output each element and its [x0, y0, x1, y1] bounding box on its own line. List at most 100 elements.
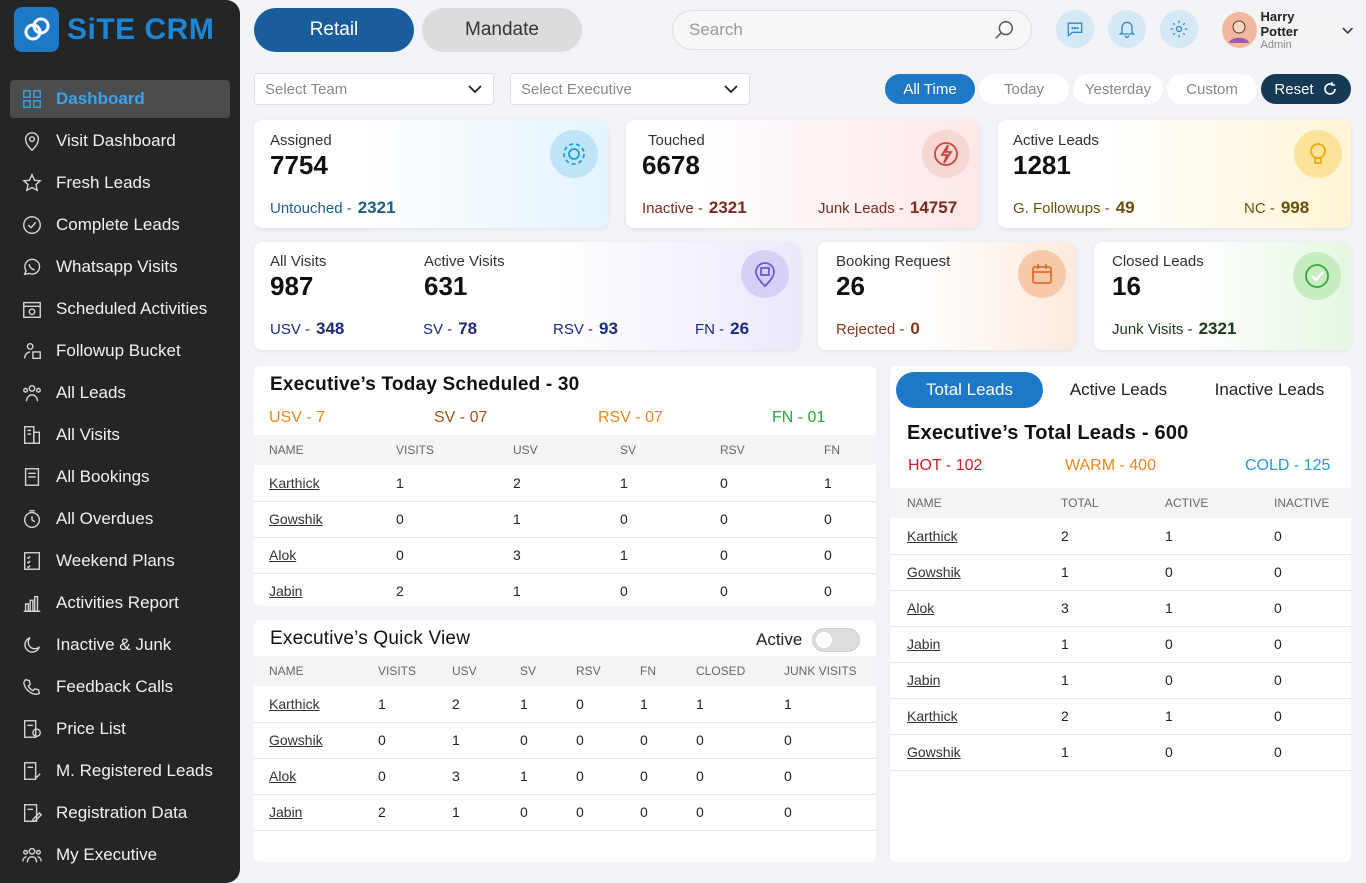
touched-card[interactable]: Touched 6678 Inactive -2321 Junk Leads -… — [626, 120, 980, 228]
table-row[interactable]: Karthick 2 1 0 — [890, 518, 1351, 555]
booking-request-card[interactable]: Booking Request 26 Rejected -0 — [818, 242, 1075, 350]
logo[interactable]: SiTE CRM — [14, 7, 214, 52]
filter-today[interactable]: Today — [979, 74, 1069, 104]
table-row[interactable]: Gowshik 0 1 0 0 0 — [254, 501, 876, 538]
column-header[interactable]: RSV — [720, 435, 824, 465]
sidebar-item-price-list[interactable]: Price List — [10, 710, 230, 748]
user-menu[interactable]: Harry Potter Admin — [1220, 8, 1354, 52]
column-header[interactable]: TOTAL — [1061, 488, 1165, 518]
search-input[interactable]: Search — [672, 10, 1032, 50]
column-header[interactable]: FN — [824, 435, 876, 465]
column-header[interactable]: JUNK VISITS — [784, 656, 876, 686]
select-executive-dropdown[interactable]: Select Executive — [510, 73, 750, 105]
column-header[interactable]: SV — [620, 435, 720, 465]
executive-name-link[interactable]: Karthick — [890, 518, 1061, 555]
sidebar-item-scheduled-activities[interactable]: Scheduled Activities — [10, 290, 230, 328]
sidebar-item-fresh-leads[interactable]: Fresh Leads — [10, 164, 230, 202]
column-header[interactable]: SV — [520, 656, 576, 686]
table-row[interactable]: Jabin 2 1 0 0 0 0 0 — [254, 794, 876, 831]
table-cell: 3 — [452, 758, 520, 795]
column-header[interactable]: NAME — [254, 435, 396, 465]
column-header[interactable]: RSV — [576, 656, 640, 686]
mandate-button[interactable]: Mandate — [422, 8, 582, 52]
executive-name-link[interactable]: Jabin — [890, 626, 1061, 663]
sidebar-item-all-bookings[interactable]: All Bookings — [10, 458, 230, 496]
executive-name-link[interactable]: Jabin — [254, 573, 396, 606]
executive-name-link[interactable]: Gowshik — [890, 734, 1061, 771]
table-row[interactable]: Karthick 1 2 1 0 1 1 1 — [254, 686, 876, 723]
executive-name-link[interactable]: Gowshik — [254, 501, 396, 538]
column-header[interactable]: NAME — [254, 656, 378, 686]
sidebar-item-activities-report[interactable]: Activities Report — [10, 584, 230, 622]
sidebar-item-visit-dashboard[interactable]: Visit Dashboard — [10, 122, 230, 160]
sidebar-item-label: All Leads — [56, 383, 126, 402]
table-cell: 1 — [1165, 698, 1274, 735]
table-row[interactable]: Jabin 1 0 0 — [890, 626, 1351, 663]
sidebar-item-all-overdues[interactable]: All Overdues — [10, 500, 230, 538]
table-row[interactable]: Karthick 1 2 1 0 1 — [254, 465, 876, 502]
chevron-down-icon[interactable] — [1341, 23, 1354, 37]
search-icon[interactable] — [993, 19, 1015, 41]
sidebar-item-whatsapp-visits[interactable]: Whatsapp Visits — [10, 248, 230, 286]
column-header[interactable]: VISITS — [396, 435, 513, 465]
table-row[interactable]: Jabin 1 0 0 — [890, 662, 1351, 699]
table-row[interactable]: Karthick 2 1 0 — [890, 698, 1351, 735]
gear-icon[interactable] — [1160, 10, 1198, 48]
executive-name-link[interactable]: Karthick — [254, 465, 396, 502]
filter-yesterday[interactable]: Yesterday — [1073, 74, 1163, 104]
tab-inactive-leads[interactable]: Inactive Leads — [1194, 372, 1345, 408]
executive-name-link[interactable]: Jabin — [890, 662, 1061, 699]
table-row[interactable]: Alok 0 3 1 0 0 — [254, 537, 876, 574]
table-row[interactable]: Alok 0 3 1 0 0 0 0 — [254, 758, 876, 795]
column-header[interactable]: ACTIVE — [1165, 488, 1274, 518]
select-team-dropdown[interactable]: Select Team — [254, 73, 494, 105]
executive-name-link[interactable]: Gowshik — [254, 722, 378, 759]
retail-button[interactable]: Retail — [254, 8, 414, 52]
active-toggle[interactable] — [812, 628, 860, 652]
sidebar-item-inactive-junk[interactable]: Inactive & Junk — [10, 626, 230, 664]
tab-active-leads[interactable]: Active Leads — [1043, 372, 1194, 408]
sidebar-item-complete-leads[interactable]: Complete Leads — [10, 206, 230, 244]
filter-all-time[interactable]: All Time — [885, 74, 975, 104]
column-header[interactable]: CLOSED — [696, 656, 784, 686]
touched-value: 6678 — [642, 150, 700, 180]
sv-count: SV - 07 — [434, 409, 488, 426]
executive-name-link[interactable]: Gowshik — [890, 554, 1061, 591]
bell-icon[interactable] — [1108, 10, 1146, 48]
sidebar-item-m-registered-leads[interactable]: M. Registered Leads — [10, 752, 230, 790]
executive-name-link[interactable]: Alok — [254, 758, 378, 795]
sidebar-item-weekend-plans[interactable]: Weekend Plans — [10, 542, 230, 580]
assigned-value: 7754 — [270, 150, 328, 180]
sidebar-item-followup-bucket[interactable]: Followup Bucket — [10, 332, 230, 370]
executive-name-link[interactable]: Karthick — [254, 686, 378, 723]
column-header[interactable]: FN — [640, 656, 696, 686]
table-row[interactable]: Alok 3 1 0 — [890, 590, 1351, 627]
visits-card[interactable]: All Visits 987 Active Visits 631 USV -34… — [254, 242, 800, 350]
active-leads-card[interactable]: Active Leads 1281 G. Followups -49 NC -9… — [998, 120, 1351, 228]
table-row[interactable]: Gowshik 1 0 0 — [890, 554, 1351, 591]
executive-name-link[interactable]: Alok — [890, 590, 1061, 627]
reset-button[interactable]: Reset — [1261, 74, 1351, 104]
column-header[interactable]: USV — [452, 656, 520, 686]
column-header[interactable]: VISITS — [378, 656, 452, 686]
closed-leads-card[interactable]: Closed Leads 16 Junk Visits -2321 — [1094, 242, 1351, 350]
column-header[interactable]: INACTIVE — [1274, 488, 1351, 518]
executive-name-link[interactable]: Alok — [254, 537, 396, 574]
filter-custom[interactable]: Custom — [1167, 74, 1257, 104]
table-row[interactable]: Gowshik 0 1 0 0 0 0 0 — [254, 722, 876, 759]
executive-name-link[interactable]: Karthick — [890, 698, 1061, 735]
column-header[interactable]: NAME — [890, 488, 1061, 518]
table-row[interactable]: Gowshik 1 0 0 — [890, 734, 1351, 771]
tab-total-leads[interactable]: Total Leads — [896, 372, 1043, 408]
column-header[interactable]: USV — [513, 435, 620, 465]
executive-name-link[interactable]: Jabin — [254, 794, 378, 831]
sidebar-item-my-executive[interactable]: My Executive — [10, 836, 230, 874]
sidebar-item-feedback-calls[interactable]: Feedback Calls — [10, 668, 230, 706]
chat-icon[interactable] — [1056, 10, 1094, 48]
sidebar-item-dashboard[interactable]: Dashboard — [10, 80, 230, 118]
assigned-card[interactable]: Assigned 7754 Untouched -2321 — [254, 120, 608, 228]
sidebar-item-all-visits[interactable]: All Visits — [10, 416, 230, 454]
sidebar-item-all-leads[interactable]: All Leads — [10, 374, 230, 412]
sidebar-item-registration-data[interactable]: Registration Data — [10, 794, 230, 832]
table-row[interactable]: Jabin 2 1 0 0 0 — [254, 573, 876, 606]
